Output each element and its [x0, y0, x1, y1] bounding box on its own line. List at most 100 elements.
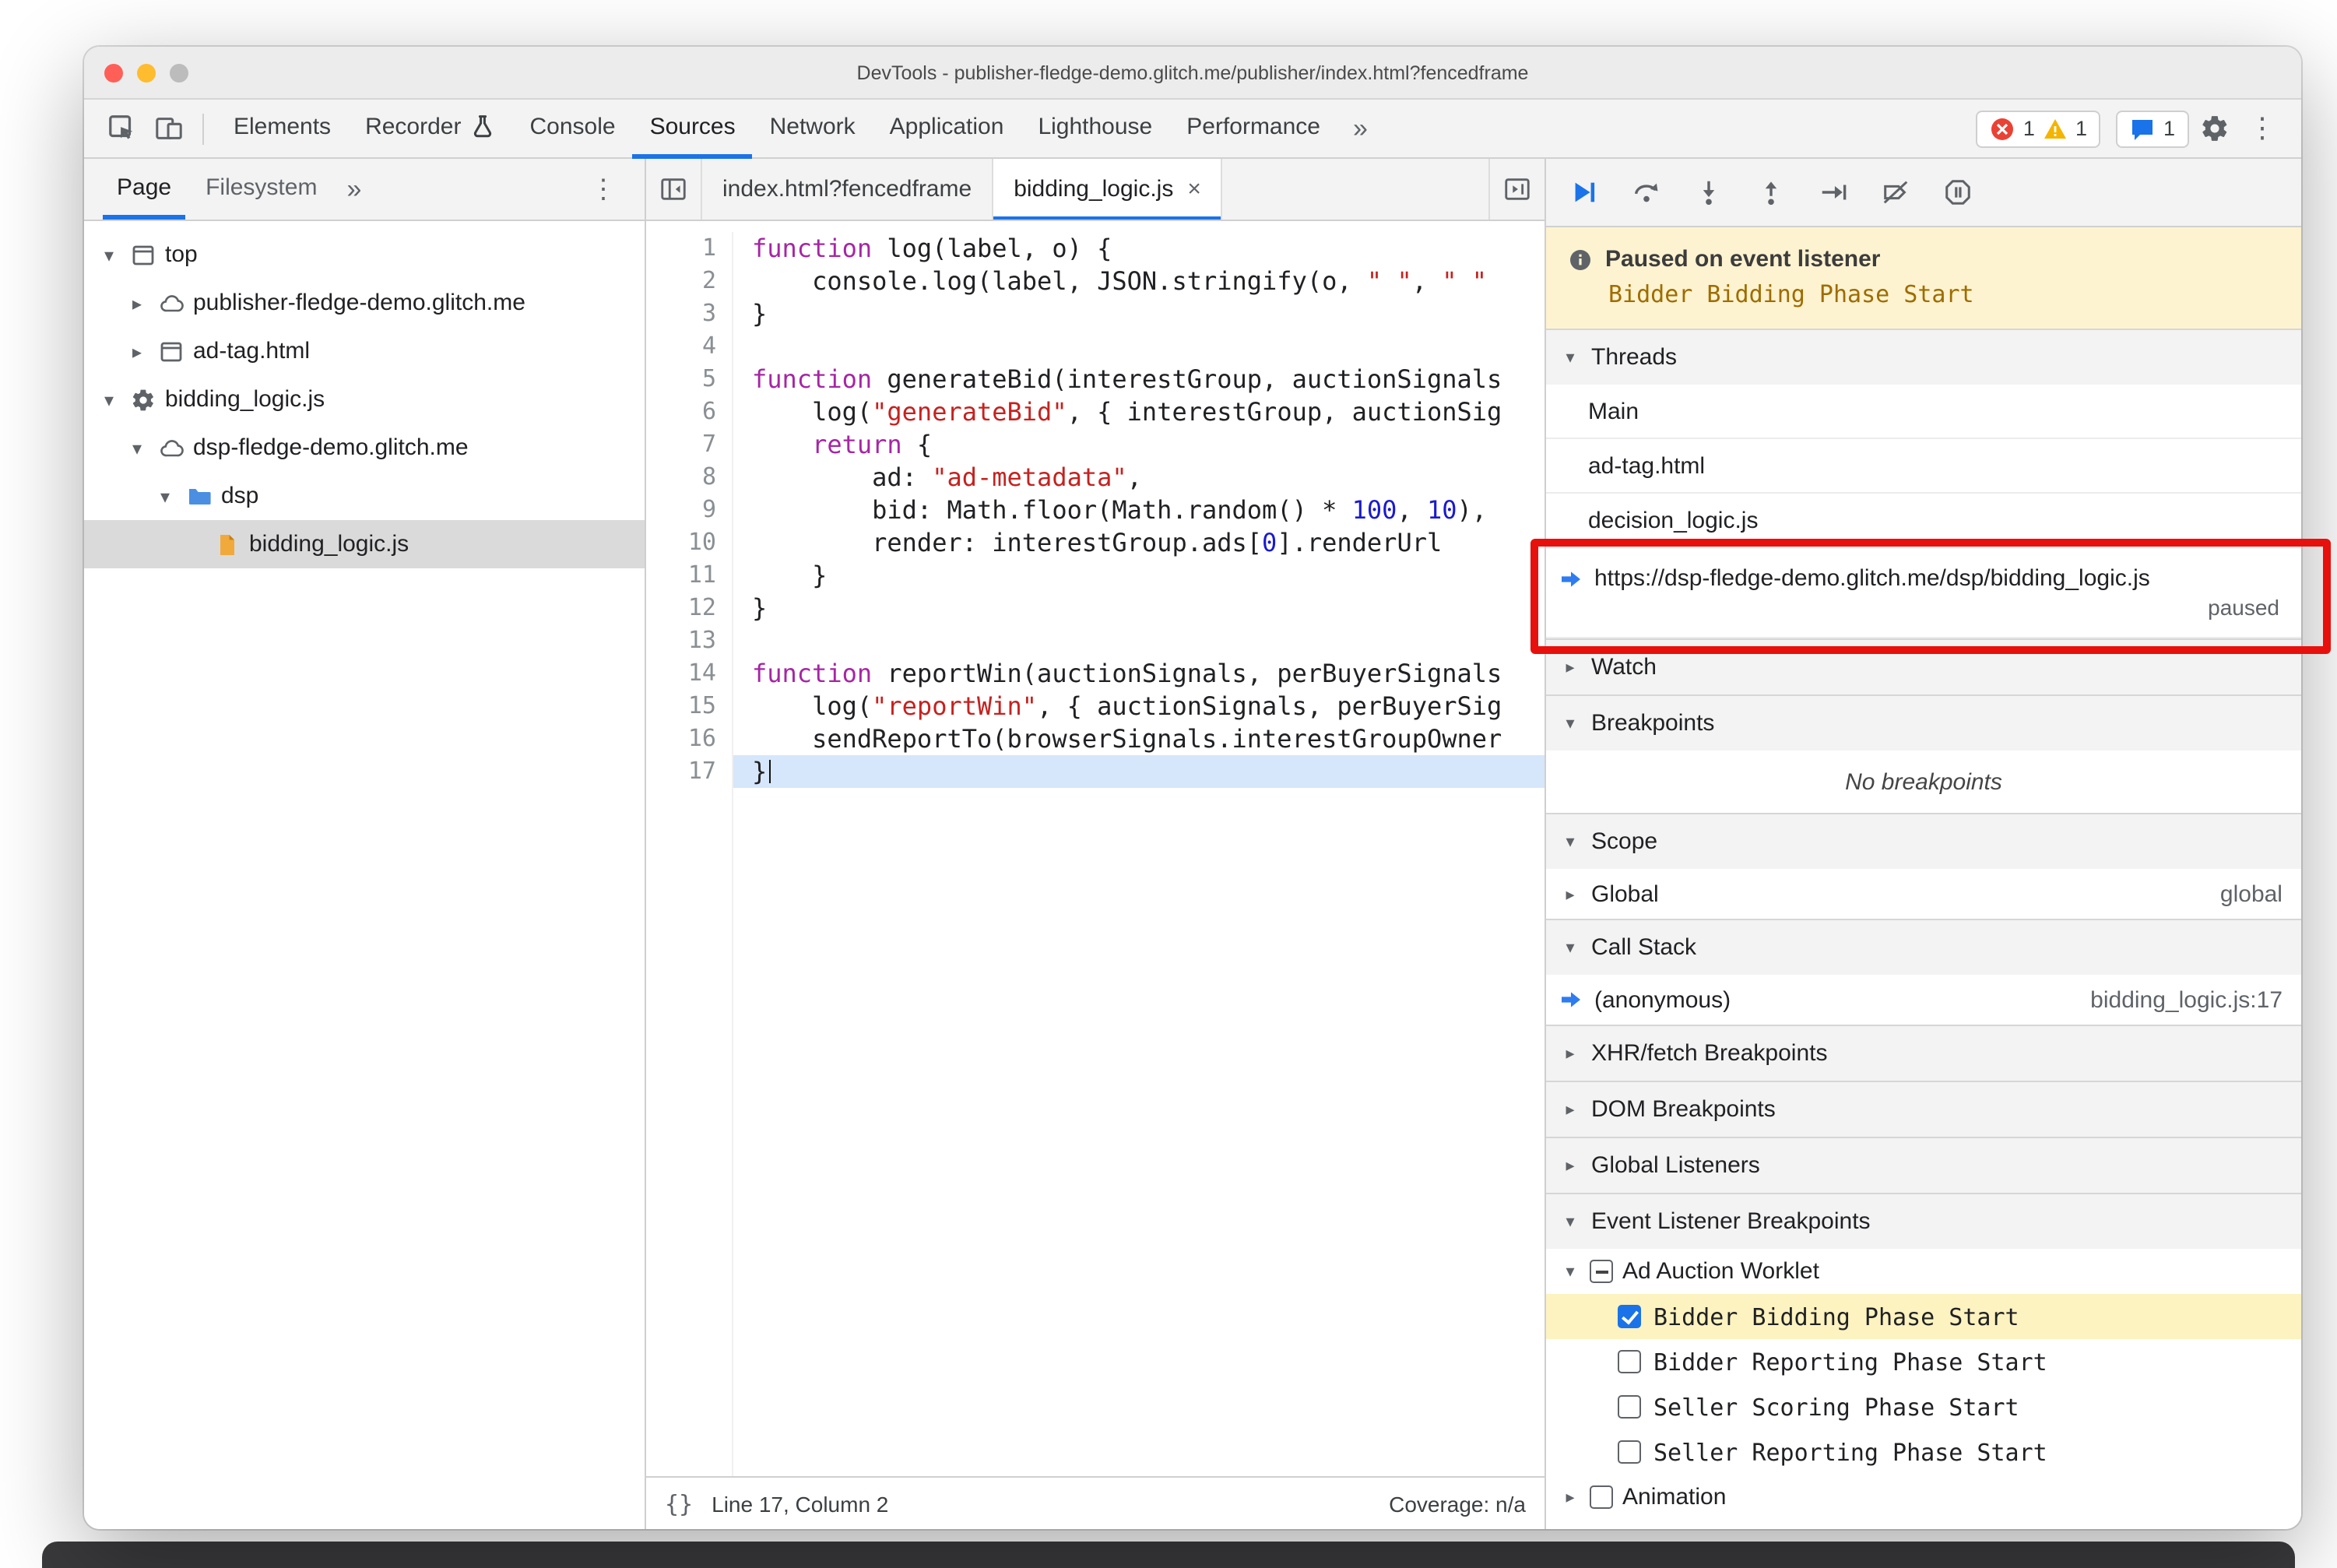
line-number[interactable]: 2	[646, 265, 716, 297]
code-line[interactable]	[733, 624, 1545, 657]
elb-event-bidder-reporting-phase-start[interactable]: Bidder Reporting Phase Start	[1546, 1339, 2301, 1384]
editor-tab-bidding-logic-js[interactable]: bidding_logic.js ×	[993, 159, 1223, 220]
checkbox[interactable]	[1618, 1350, 1641, 1373]
code-line[interactable]: function generateBid(interestGroup, auct…	[733, 363, 1545, 396]
code-line[interactable]: }	[733, 755, 1545, 788]
settings-button[interactable]	[2192, 108, 2236, 149]
elb-category-ad-auction-worklet[interactable]: ▾ Ad Auction Worklet	[1546, 1249, 2301, 1294]
thread-ad-tag-html[interactable]: ad-tag.html	[1546, 439, 2301, 494]
code-line[interactable]: sendReportTo(browserSignals.interestGrou…	[733, 722, 1545, 755]
thread-decision-logic-js[interactable]: decision_logic.js	[1546, 494, 2301, 548]
close-window-button[interactable]	[104, 63, 123, 82]
tab-application[interactable]: Application	[873, 99, 1021, 158]
line-number[interactable]: 3	[646, 297, 716, 330]
line-number[interactable]: 14	[646, 657, 716, 690]
tab-elements[interactable]: Elements	[216, 99, 348, 158]
elb-event-seller-reporting-phase-start[interactable]: Seller Reporting Phase Start	[1546, 1429, 2301, 1475]
file-tree-item-bidding-logic-js[interactable]: bidding_logic.js	[84, 520, 645, 568]
issues-badge[interactable]: 1	[2116, 110, 2189, 147]
expander-open-icon[interactable]: ▾	[125, 437, 149, 459]
thread-https-dsp-fledge-demo-glitch-me-dsp-bidd[interactable]: https://dsp-fledge-demo.glitch.me/dsp/bi…	[1546, 548, 2301, 638]
line-number[interactable]: 11	[646, 559, 716, 592]
checkbox[interactable]	[1590, 1260, 1613, 1283]
expander-open-icon[interactable]: ▾	[97, 388, 121, 410]
elb-category-animation[interactable]: ▸ Animation	[1546, 1475, 2301, 1520]
expander-closed-icon[interactable]: ▸	[125, 340, 149, 362]
code-line[interactable]: log("reportWin", { auctionSignals, perBu…	[733, 690, 1545, 722]
code-line[interactable]: }	[733, 592, 1545, 624]
tab-performance[interactable]: Performance	[1169, 99, 1337, 158]
line-number[interactable]: 16	[646, 722, 716, 755]
line-number[interactable]: 5	[646, 363, 716, 396]
inspect-element-button[interactable]	[100, 108, 143, 149]
code-line[interactable]: }	[733, 559, 1545, 592]
editor-tab-index-html[interactable]: index.html?fencedframe	[702, 159, 994, 220]
threads-section-header[interactable]: ▾ Threads	[1546, 330, 2301, 385]
tab-lighthouse[interactable]: Lighthouse	[1021, 99, 1169, 158]
main-menu-icon[interactable]: ⋮	[2239, 112, 2286, 145]
file-tree-item-publisher-fledge-demo-glitch-me[interactable]: ▸ publisher-fledge-demo.glitch.me	[84, 279, 645, 327]
elb-event-bidder-bidding-phase-start[interactable]: Bidder Bidding Phase Start	[1546, 1294, 2301, 1339]
expander-closed-icon[interactable]: ▸	[125, 292, 149, 314]
tab-recorder[interactable]: Recorder	[348, 99, 512, 158]
step-over-button[interactable]	[1627, 174, 1664, 211]
file-tree-item-ad-tag-html[interactable]: ▸ ad-tag.html	[84, 327, 645, 375]
deactivate-breakpoints-button[interactable]	[1876, 174, 1914, 211]
more-panels-icon[interactable]: »	[1341, 113, 1380, 144]
watch-section-header[interactable]: ▸ Watch	[1546, 640, 2301, 694]
call-stack-section-header[interactable]: ▾ Call Stack	[1546, 920, 2301, 975]
checkbox[interactable]	[1618, 1305, 1641, 1328]
expander-open-icon[interactable]: ▾	[97, 244, 121, 265]
xhr-breakpoints-section-header[interactable]: ▸ XHR/fetch Breakpoints	[1546, 1026, 2301, 1081]
elb-category-canvas[interactable]: ▸Canvas	[1546, 1520, 2301, 1529]
navigator-tab-page[interactable]: Page	[103, 159, 186, 220]
pause-on-exceptions-button[interactable]	[1938, 174, 1976, 211]
line-number[interactable]: 10	[646, 526, 716, 559]
code-line[interactable]: function reportWin(auctionSignals, perBu…	[733, 657, 1545, 690]
expander-open-icon[interactable]: ▾	[153, 485, 177, 507]
scope-section-header[interactable]: ▾ Scope	[1546, 814, 2301, 869]
line-number[interactable]: 12	[646, 592, 716, 624]
line-number[interactable]: 4	[646, 330, 716, 363]
more-navigator-tabs-icon[interactable]: »	[337, 159, 371, 220]
code-line[interactable]: }	[733, 297, 1545, 330]
code-line[interactable]	[733, 330, 1545, 363]
call-stack-frame[interactable]: (anonymous) bidding_logic.js:17	[1546, 975, 2301, 1025]
navigator-tab-filesystem[interactable]: Filesystem	[192, 159, 331, 220]
line-number[interactable]: 6	[646, 396, 716, 428]
tab-sources[interactable]: Sources	[632, 99, 753, 158]
line-number[interactable]: 17	[646, 755, 716, 788]
navigator-menu-icon[interactable]: ⋮	[581, 159, 626, 220]
dom-breakpoints-section-header[interactable]: ▸ DOM Breakpoints	[1546, 1082, 2301, 1137]
line-number[interactable]: 1	[646, 232, 716, 265]
code-lines[interactable]: function log(label, o) { console.log(lab…	[733, 232, 1545, 1476]
checkbox[interactable]	[1618, 1395, 1641, 1419]
checkbox[interactable]	[1590, 1485, 1613, 1509]
file-tree-item-top[interactable]: ▾ top	[84, 230, 645, 279]
step-out-button[interactable]	[1752, 174, 1789, 211]
file-tree-item-dsp[interactable]: ▾ dsp	[84, 472, 645, 520]
event-listener-breakpoints-section-header[interactable]: ▾ Event Listener Breakpoints	[1546, 1194, 2301, 1249]
tab-network[interactable]: Network	[753, 99, 873, 158]
file-tree-item-bidding-logic-js[interactable]: ▾ bidding_logic.js	[84, 375, 645, 424]
resume-button[interactable]	[1565, 174, 1602, 211]
expander-closed-icon[interactable]: ▸	[1560, 1487, 1580, 1507]
code-line[interactable]: render: interestGroup.ads[0].renderUrl	[733, 526, 1545, 559]
code-line[interactable]: bid: Math.floor(Math.random() * 100, 10)…	[733, 494, 1545, 526]
scope-global-row[interactable]: ▸ Global global	[1546, 869, 2301, 919]
line-number[interactable]: 8	[646, 461, 716, 494]
step-into-button[interactable]	[1689, 174, 1727, 211]
breakpoints-section-header[interactable]: ▾ Breakpoints	[1546, 696, 2301, 751]
code-line[interactable]: ad: "ad-metadata",	[733, 461, 1545, 494]
line-number[interactable]: 15	[646, 690, 716, 722]
step-button[interactable]	[1814, 174, 1851, 211]
close-tab-icon[interactable]: ×	[1187, 176, 1201, 202]
checkbox[interactable]	[1618, 1440, 1641, 1464]
code-line[interactable]: return {	[733, 428, 1545, 461]
line-number[interactable]: 7	[646, 428, 716, 461]
code-line[interactable]: console.log(label, JSON.stringify(o, " "…	[733, 265, 1545, 297]
device-toolbar-button[interactable]	[146, 108, 190, 149]
expander-open-icon[interactable]: ▾	[1560, 1261, 1580, 1281]
file-tree-item-dsp-fledge-demo-glitch-me[interactable]: ▾ dsp-fledge-demo.glitch.me	[84, 424, 645, 472]
toggle-debugger-sidebar-button[interactable]	[1488, 159, 1545, 220]
